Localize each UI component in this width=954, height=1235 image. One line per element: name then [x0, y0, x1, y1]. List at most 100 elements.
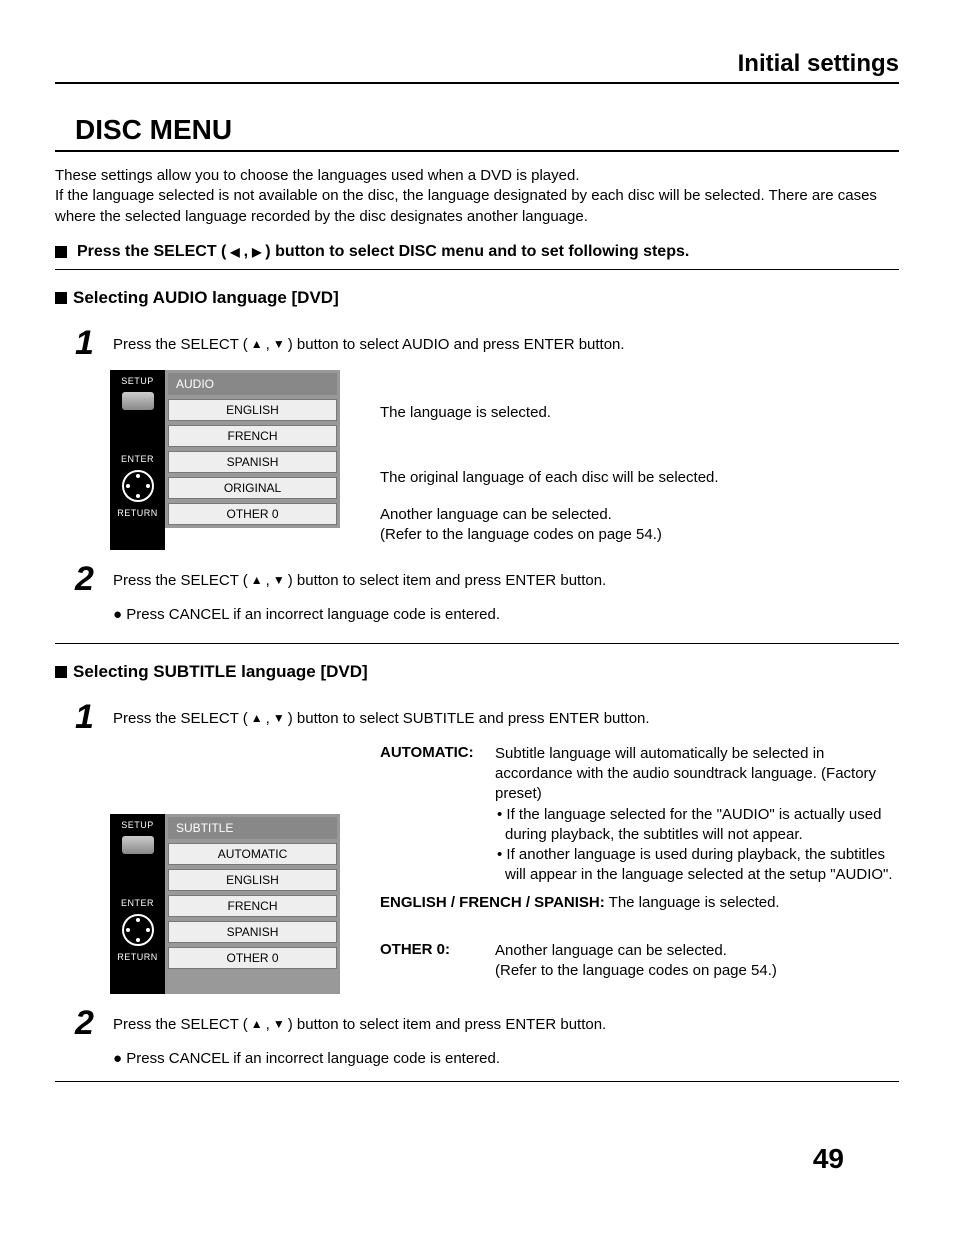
step2-mid: ,	[266, 572, 270, 589]
step1-prefix: Press the SELECT (	[113, 336, 248, 353]
efs-desc: The language is selected.	[609, 894, 780, 911]
press-suffix: ) button to select DISC menu and to set …	[265, 243, 689, 261]
header-title: Initial settings	[55, 50, 899, 84]
triangle-up-icon: ▲	[251, 1017, 263, 1031]
subtitle-menu-panel: SUBTITLE AUTOMATIC ENGLISH FRENCH SPANIS…	[165, 814, 340, 994]
menu-item-french: FRENCH	[168, 895, 337, 917]
audio-menu-diagram: SETUP ENTER RETURN AUDIO ENGLISH FRENCH …	[110, 370, 899, 550]
subtitle-annotations: AUTOMATIC: Subtitle language will automa…	[380, 744, 899, 989]
auto-bullet-1: • If the language selected for the "AUDI…	[495, 805, 899, 846]
auto-label: AUTOMATIC:	[380, 744, 495, 886]
step-text: Press the SELECT ( ▲ , ▼ ) button to sel…	[113, 700, 650, 727]
remote-button-icon	[122, 392, 154, 410]
step1-suffix: ) button to select SUBTITLE and press EN…	[288, 710, 650, 727]
triangle-down-icon: ▼	[273, 1017, 285, 1031]
subtitle-step-2: 2 Press the SELECT ( ▲ , ▼ ) button to s…	[55, 1006, 899, 1040]
step-number: 2	[75, 562, 105, 596]
remote-column: SETUP ENTER RETURN	[110, 814, 165, 994]
menu-item-other: OTHER 0	[168, 947, 337, 969]
subtitle-menu-diagram: SETUP ENTER RETURN SUBTITLE AUTOMATIC EN…	[110, 744, 899, 994]
other-l2: (Refer to the language codes on page 54.…	[495, 961, 899, 981]
audio-heading-text: Selecting AUDIO language [DVD]	[73, 288, 339, 308]
step2-prefix: Press the SELECT (	[113, 572, 248, 589]
remote-dpad-icon	[122, 914, 154, 946]
intro-text: These settings allow you to choose the l…	[55, 166, 899, 227]
subtitle-cancel-note: ● Press CANCEL if an incorrect language …	[55, 1050, 899, 1067]
other-label: OTHER 0:	[380, 941, 495, 982]
annotation-selected: The language is selected.	[380, 403, 719, 423]
divider	[55, 643, 899, 644]
menu-item-english: ENGLISH	[168, 399, 337, 421]
triangle-up-icon: ▲	[251, 337, 263, 351]
step2-suffix: ) button to select item and press ENTER …	[288, 572, 607, 589]
bullet-square-icon	[55, 246, 67, 258]
divider	[55, 269, 899, 270]
divider	[55, 1081, 899, 1082]
annotation-automatic: AUTOMATIC: Subtitle language will automa…	[380, 744, 899, 886]
step2-suffix: ) button to select item and press ENTER …	[288, 1016, 607, 1033]
auto-bullet-2: • If another language is used during pla…	[495, 845, 899, 886]
page-number: 49	[813, 1143, 844, 1175]
step2-mid: ,	[266, 1016, 270, 1033]
menu-title: AUDIO	[168, 373, 337, 395]
other-l1: Another language can be selected.	[495, 941, 899, 961]
subtitle-section-heading: Selecting SUBTITLE language [DVD]	[55, 662, 899, 682]
step-number: 1	[75, 700, 105, 734]
auto-desc: Subtitle language will automatically be …	[495, 744, 899, 805]
annotation-other-l2: (Refer to the language codes on page 54.…	[380, 525, 719, 545]
triangle-up-icon: ▲	[251, 573, 263, 587]
remote-column: SETUP ENTER RETURN	[110, 370, 165, 550]
annotation-other: Another language can be selected. (Refer…	[380, 505, 719, 544]
remote-return-label: RETURN	[117, 508, 158, 518]
step-number: 1	[75, 326, 105, 360]
press-prefix: Press the SELECT (	[77, 243, 226, 261]
remote-setup-label: SETUP	[121, 376, 154, 386]
audio-section-heading: Selecting AUDIO language [DVD]	[55, 288, 899, 308]
remote-dpad-icon	[122, 470, 154, 502]
step-text: Press the SELECT ( ▲ , ▼ ) button to sel…	[113, 562, 606, 589]
bullet-square-icon	[55, 666, 67, 678]
triangle-down-icon: ▼	[273, 573, 285, 587]
menu-item-french: FRENCH	[168, 425, 337, 447]
menu-item-spanish: SPANISH	[168, 921, 337, 943]
audio-step-1: 1 Press the SELECT ( ▲ , ▼ ) button to s…	[55, 326, 899, 360]
menu-item-automatic: AUTOMATIC	[168, 843, 337, 865]
press-mid: ,	[244, 243, 248, 261]
step-text: Press the SELECT ( ▲ , ▼ ) button to sel…	[113, 1006, 606, 1033]
remote-setup-label: SETUP	[121, 820, 154, 830]
subtitle-heading-text: Selecting SUBTITLE language [DVD]	[73, 662, 368, 682]
triangle-left-icon: ◀	[230, 245, 239, 259]
step-text: Press the SELECT ( ▲ , ▼ ) button to sel…	[113, 326, 625, 353]
audio-step-2: 2 Press the SELECT ( ▲ , ▼ ) button to s…	[55, 562, 899, 596]
menu-item-original: ORIGINAL	[168, 477, 337, 499]
menu-item-other: OTHER 0	[168, 503, 337, 525]
remote-enter-label: ENTER	[121, 898, 154, 908]
audio-cancel-note: ● Press CANCEL if an incorrect language …	[55, 606, 899, 623]
step1-suffix: ) button to select AUDIO and press ENTER…	[288, 336, 625, 353]
intro-line-2: If the language selected is not availabl…	[55, 186, 899, 227]
bullet-square-icon	[55, 292, 67, 304]
menu-item-english: ENGLISH	[168, 869, 337, 891]
press-instruction: Press the SELECT ( ◀ , ▶ ) button to sel…	[55, 243, 899, 261]
triangle-down-icon: ▼	[273, 711, 285, 725]
step-number: 2	[75, 1006, 105, 1040]
annotation-other: OTHER 0: Another language can be selecte…	[380, 941, 899, 982]
step1-prefix: Press the SELECT (	[113, 710, 248, 727]
annotation-efs: ENGLISH / FRENCH / SPANISH: The language…	[380, 894, 899, 911]
efs-label: ENGLISH / FRENCH / SPANISH:	[380, 894, 605, 911]
step1-mid: ,	[266, 710, 270, 727]
subtitle-step-1: 1 Press the SELECT ( ▲ , ▼ ) button to s…	[55, 700, 899, 734]
intro-line-1: These settings allow you to choose the l…	[55, 166, 899, 186]
menu-title: SUBTITLE	[168, 817, 337, 839]
remote-enter-label: ENTER	[121, 454, 154, 464]
audio-annotations: The language is selected. The original l…	[380, 370, 719, 550]
step1-mid: ,	[266, 336, 270, 353]
annotation-original: The original language of each disc will …	[380, 468, 719, 488]
remote-button-icon	[122, 836, 154, 854]
triangle-down-icon: ▼	[273, 337, 285, 351]
audio-menu-panel: AUDIO ENGLISH FRENCH SPANISH ORIGINAL OT…	[165, 370, 340, 528]
remote-return-label: RETURN	[117, 952, 158, 962]
step2-prefix: Press the SELECT (	[113, 1016, 248, 1033]
annotation-other-l1: Another language can be selected.	[380, 505, 719, 525]
menu-item-spanish: SPANISH	[168, 451, 337, 473]
